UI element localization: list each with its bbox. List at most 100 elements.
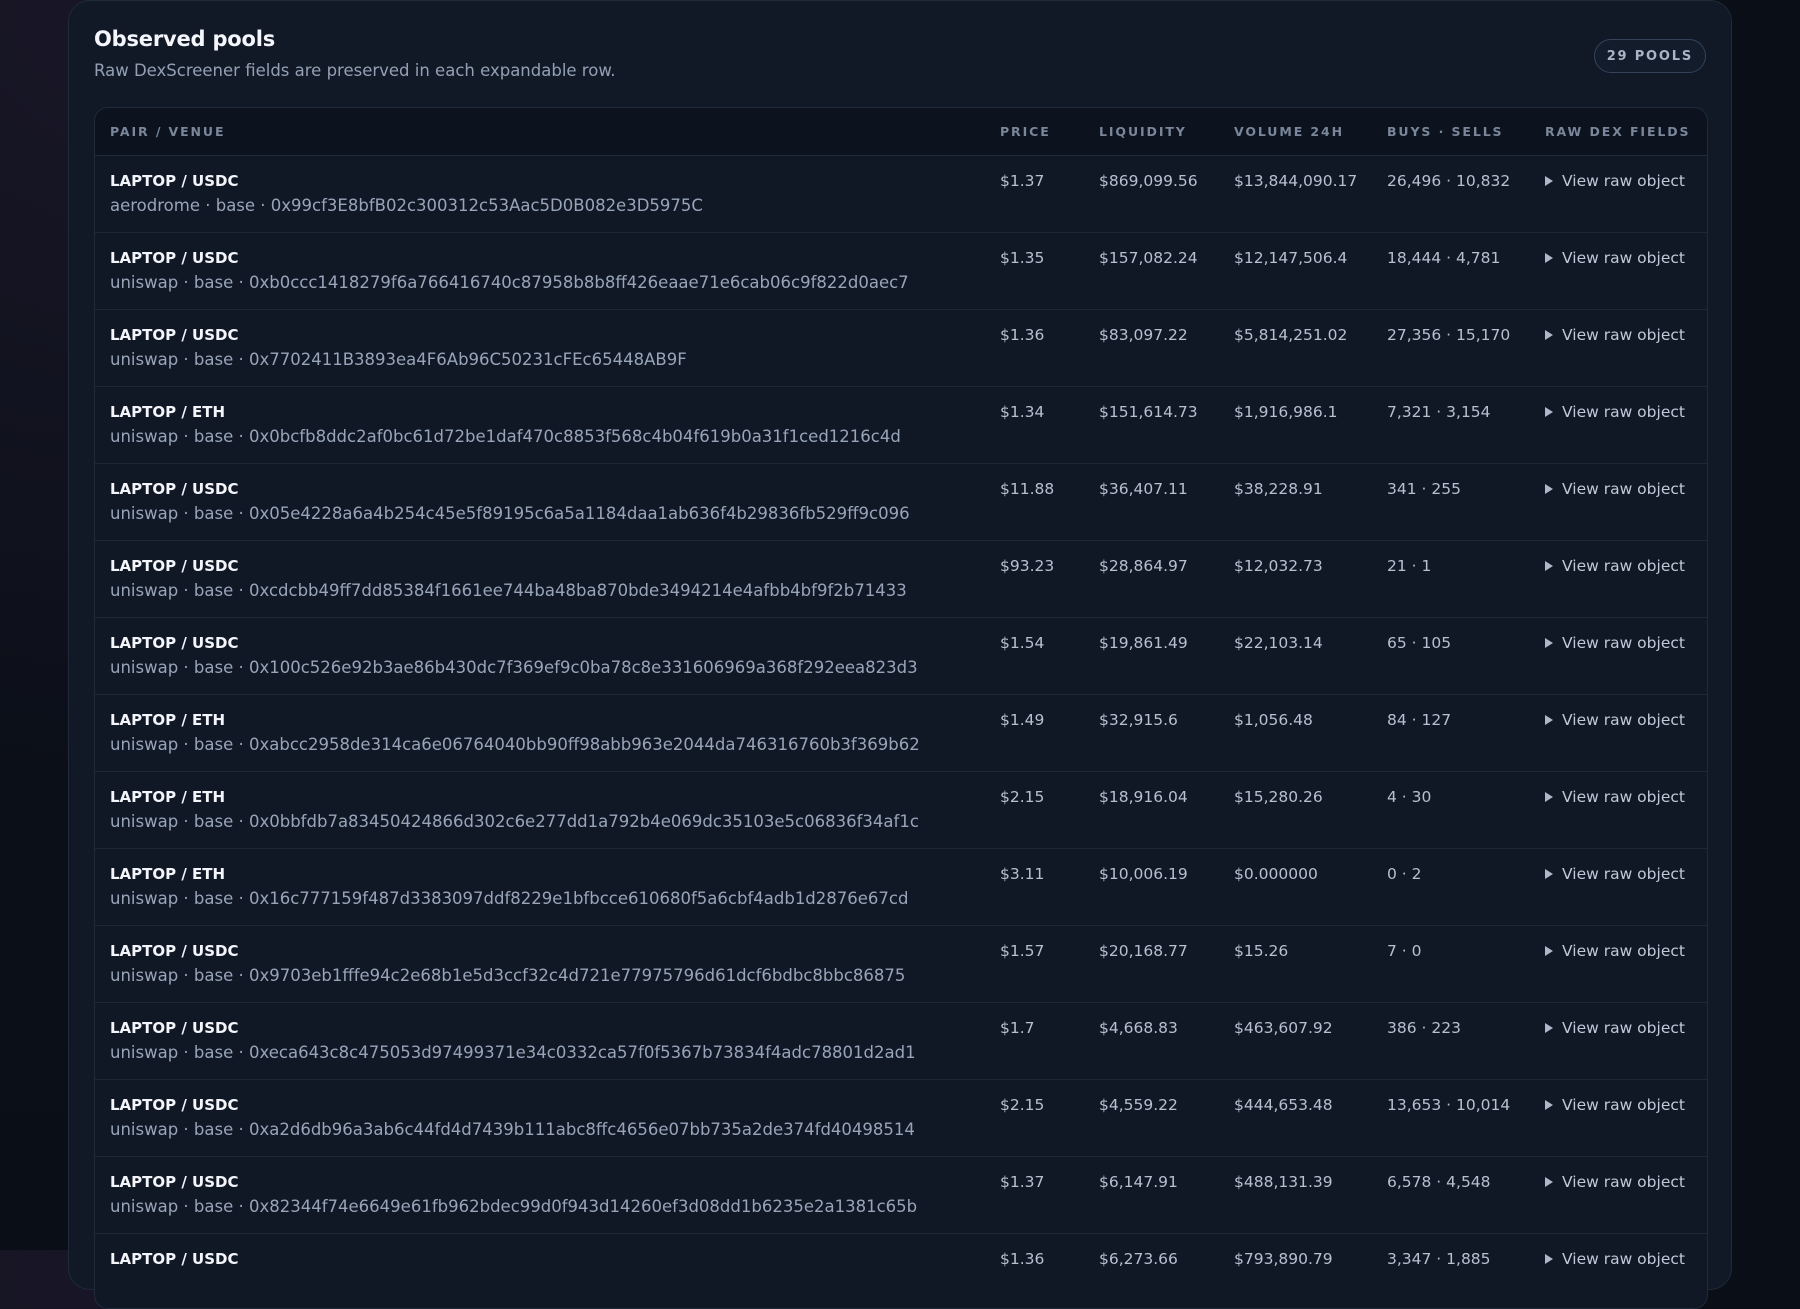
view-raw-object-toggle[interactable]: View raw object [1545,172,1685,190]
table-row: LAPTOP / USDC aerodrome · base · 0x99cf3E… [95,156,1707,233]
buys-sells-cell: 3,347 · 1,885 [1387,1250,1491,1268]
buys-sells-cell: 21 · 1 [1387,557,1432,575]
table-row: LAPTOP / USDC uniswap · base · 0x82344f74… [95,1157,1707,1234]
pair-name: LAPTOP / USDC [110,1096,239,1114]
pair-name: LAPTOP / USDC [110,1019,239,1037]
view-raw-object-toggle[interactable]: View raw object [1545,942,1685,960]
caret-right-icon [1545,1177,1553,1187]
volume-cell: $793,890.79 [1234,1250,1333,1268]
price-cell: $3.11 [1000,865,1045,883]
liquidity-cell: $4,559.22 [1099,1096,1178,1114]
caret-right-icon [1545,330,1553,340]
table-body: LAPTOP / USDC aerodrome · base · 0x99cf3E… [95,156,1707,1308]
view-raw-object-toggle[interactable]: View raw object [1545,865,1685,883]
buys-sells-cell: 386 · 223 [1387,1019,1461,1037]
liquidity-cell: $36,407.11 [1099,480,1188,498]
view-raw-object-label: View raw object [1562,711,1685,729]
liquidity-cell: $869,099.56 [1099,172,1198,190]
volume-cell: $488,131.39 [1234,1173,1333,1191]
venue-address: uniswap · base · 0x7702411B3893ea4F6Ab96… [110,350,687,369]
view-raw-object-toggle[interactable]: View raw object [1545,1019,1685,1037]
buys-sells-cell: 7,321 · 3,154 [1387,403,1491,421]
view-raw-object-toggle[interactable]: View raw object [1545,249,1685,267]
view-raw-object-toggle[interactable]: View raw object [1545,480,1685,498]
volume-cell: $15,280.26 [1234,788,1323,806]
venue-address: uniswap · base · 0xcdcbb49ff7dd85384f166… [110,581,907,600]
price-cell: $1.37 [1000,172,1045,190]
view-raw-object-toggle[interactable]: View raw object [1545,557,1685,575]
table-row: LAPTOP / USDC uniswap · base · 0xa2d6db96… [95,1080,1707,1157]
price-cell: $1.54 [1000,634,1045,652]
price-cell: $1.36 [1000,1250,1045,1268]
pair-name: LAPTOP / USDC [110,1173,239,1191]
view-raw-object-toggle[interactable]: View raw object [1545,788,1685,806]
liquidity-cell: $20,168.77 [1099,942,1188,960]
table-row: LAPTOP / ETH uniswap · base · 0x0bbfdb7a8… [95,772,1707,849]
header-raw-dex-fields: RAW DEX FIELDS [1545,124,1691,139]
venue-address: uniswap · base · 0x100c526e92b3ae86b430d… [110,658,918,677]
venue-address: uniswap · base · 0x9703eb1fffe94c2e68b1e… [110,966,906,985]
view-raw-object-toggle[interactable]: View raw object [1545,1173,1685,1191]
view-raw-object-label: View raw object [1562,326,1685,344]
price-cell: $1.57 [1000,942,1045,960]
header-pair-venue: PAIR / VENUE [110,124,226,139]
volume-cell: $12,147,506.4 [1234,249,1348,267]
panel-title: Observed pools [94,27,276,51]
caret-right-icon [1545,638,1553,648]
caret-right-icon [1545,869,1553,879]
caret-right-icon [1545,253,1553,263]
view-raw-object-label: View raw object [1562,1096,1685,1114]
view-raw-object-label: View raw object [1562,249,1685,267]
venue-address: aerodrome · base · 0x99cf3E8bfB02c300312… [110,196,703,215]
price-cell: $2.15 [1000,788,1045,806]
venue-address: uniswap · base · 0x05e4228a6a4b254c45e5f… [110,504,910,523]
view-raw-object-toggle[interactable]: View raw object [1545,1250,1685,1268]
caret-right-icon [1545,407,1553,417]
venue-address: uniswap · base · 0xa2d6db96a3ab6c44fd4d7… [110,1120,915,1139]
liquidity-cell: $4,668.83 [1099,1019,1178,1037]
venue-address: uniswap · base · 0x0bcfb8ddc2af0bc61d72b… [110,427,901,446]
observed-pools-panel: Observed pools Raw DexScreener fields ar… [68,0,1732,1309]
venue-address: uniswap · base · 0x82344f74e6649e61fb962… [110,1197,918,1216]
header-volume-24h: VOLUME 24H [1234,124,1344,139]
venue-address: uniswap · base · 0x16c777159f487d3383097… [110,889,909,908]
view-raw-object-label: View raw object [1562,865,1685,883]
volume-cell: $15.26 [1234,942,1289,960]
table-row: LAPTOP / USDC uniswap · base · 0x9703eb1f… [95,926,1707,1003]
caret-right-icon [1545,176,1553,186]
header-liquidity: LIQUIDITY [1099,124,1187,139]
pair-name: LAPTOP / USDC [110,557,239,575]
table-row: LAPTOP / USDC uniswap · base · 0xb0ccc141… [95,233,1707,310]
view-raw-object-toggle[interactable]: View raw object [1545,1096,1685,1114]
price-cell: $2.15 [1000,1096,1045,1114]
buys-sells-cell: 13,653 · 10,014 [1387,1096,1511,1114]
view-raw-object-label: View raw object [1562,942,1685,960]
panel-subtitle: Raw DexScreener fields are preserved in … [94,61,616,80]
pair-name: LAPTOP / ETH [110,711,226,729]
view-raw-object-toggle[interactable]: View raw object [1545,711,1685,729]
buys-sells-cell: 65 · 105 [1387,634,1452,652]
buys-sells-cell: 341 · 255 [1387,480,1461,498]
liquidity-cell: $32,915.6 [1099,711,1178,729]
view-raw-object-label: View raw object [1562,1173,1685,1191]
buys-sells-cell: 18,444 · 4,781 [1387,249,1501,267]
liquidity-cell: $28,864.97 [1099,557,1188,575]
view-raw-object-label: View raw object [1562,634,1685,652]
price-cell: $1.37 [1000,1173,1045,1191]
buys-sells-cell: 0 · 2 [1387,865,1422,883]
liquidity-cell: $6,273.66 [1099,1250,1178,1268]
view-raw-object-toggle[interactable]: View raw object [1545,326,1685,344]
price-cell: $1.36 [1000,326,1045,344]
volume-cell: $13,844,090.17 [1234,172,1358,190]
view-raw-object-toggle[interactable]: View raw object [1545,403,1685,421]
liquidity-cell: $157,082.24 [1099,249,1198,267]
table-row: LAPTOP / USDC uniswap · base · 0x05e4228a… [95,464,1707,541]
caret-right-icon [1545,792,1553,802]
price-cell: $1.34 [1000,403,1045,421]
price-cell: $93.23 [1000,557,1055,575]
table-row: LAPTOP / ETH uniswap · base · 0x16c777159… [95,849,1707,926]
buys-sells-cell: 7 · 0 [1387,942,1422,960]
volume-cell: $463,607.92 [1234,1019,1333,1037]
view-raw-object-label: View raw object [1562,172,1685,190]
view-raw-object-toggle[interactable]: View raw object [1545,634,1685,652]
